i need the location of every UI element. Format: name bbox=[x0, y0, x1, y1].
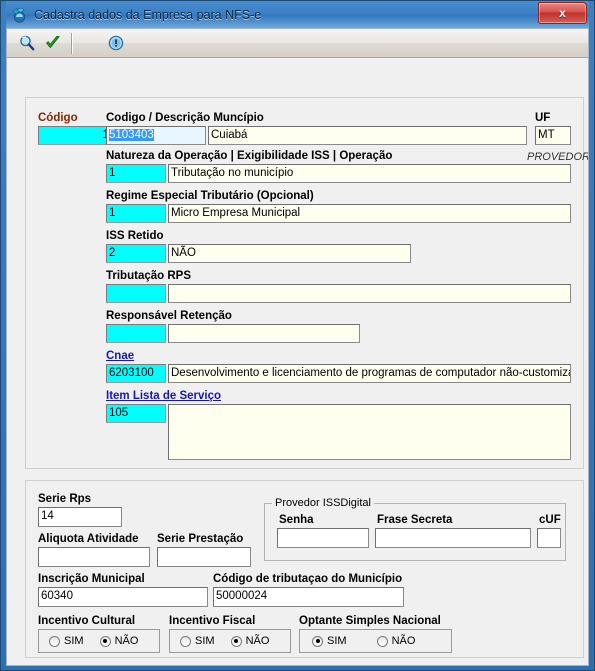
uf-input[interactable]: MT bbox=[535, 126, 571, 145]
inscricao-municipal-input[interactable]: 60340 bbox=[38, 587, 208, 607]
incentivo-cultural-radio-group: SIM NÃO bbox=[38, 629, 160, 653]
confirm-check-icon[interactable] bbox=[40, 31, 66, 55]
incentivo-fiscal-radio-group: SIM NÃO bbox=[169, 629, 291, 653]
responsavel-retencao-description-input[interactable] bbox=[168, 324, 360, 343]
title-bar[interactable]: Cadastra dados da Empresa para NFS-e x bbox=[6, 1, 589, 28]
window-title: Cadastra dados da Empresa para NFS-e bbox=[34, 7, 262, 22]
incentivo-fiscal-option-sim[interactable]: SIM bbox=[180, 635, 215, 647]
serie-prestacao-input[interactable] bbox=[157, 547, 251, 567]
radio-label: SIM bbox=[195, 635, 215, 647]
toolbar-separator bbox=[71, 32, 72, 54]
radio-indicator-icon bbox=[49, 635, 60, 647]
serie-prestacao-label: Serie Prestação bbox=[157, 533, 244, 545]
uf-label: UF bbox=[535, 112, 551, 124]
incentivo-cultural-label: Incentivo Cultural bbox=[38, 615, 136, 627]
cuf-input[interactable] bbox=[537, 528, 561, 548]
incentivo-fiscal-label: Incentivo Fiscal bbox=[169, 615, 256, 627]
optante-simples-option-nao[interactable]: NÃO bbox=[376, 635, 416, 647]
codigo-input[interactable]: 1 bbox=[38, 126, 112, 145]
optante-simples-radio-group: SIM NÃO bbox=[299, 629, 452, 653]
search-icon[interactable] bbox=[14, 31, 40, 55]
frase-secreta-input[interactable] bbox=[375, 528, 531, 548]
company-register-icon bbox=[10, 6, 28, 24]
optante-simples-option-sim[interactable]: SIM bbox=[312, 635, 347, 647]
serie-rps-label: Serie Rps bbox=[38, 493, 92, 505]
iss-retido-code-input[interactable]: 2 bbox=[106, 244, 166, 263]
municipio-description-input[interactable]: Cuiabá bbox=[208, 126, 527, 145]
codigo-label: Código bbox=[38, 112, 78, 124]
responsavel-retencao-code-input[interactable] bbox=[106, 324, 166, 343]
tributacao-rps-label: Tributação RPS bbox=[106, 270, 191, 282]
item-lista-description-input[interactable] bbox=[168, 404, 571, 460]
incentivo-cultural-option-sim[interactable]: SIM bbox=[49, 635, 84, 647]
cnae-code-input[interactable]: 6203100 bbox=[106, 364, 166, 383]
info-icon[interactable] bbox=[103, 31, 129, 55]
optante-simples-label: Optante Simples Nacional bbox=[299, 615, 441, 627]
codigo-tributacao-label: Código de tributaçao do Município bbox=[213, 573, 403, 585]
provedor-issdigital-title: Provedor ISSDigital bbox=[272, 497, 374, 509]
item-lista-link-label[interactable]: Item Lista de Serviço bbox=[106, 390, 221, 402]
toolbar bbox=[7, 29, 588, 58]
application-window: Cadastra dados da Empresa para NFS-e x C… bbox=[0, 0, 595, 671]
cuf-label: cUF bbox=[539, 514, 561, 526]
radio-indicator-icon bbox=[180, 635, 191, 647]
cnae-link-label[interactable]: Cnae bbox=[106, 350, 134, 362]
tributacao-rps-description-input[interactable] bbox=[168, 284, 571, 303]
incentivo-fiscal-option-nao[interactable]: NÃO bbox=[230, 635, 270, 647]
frase-secreta-label: Frase Secreta bbox=[377, 514, 453, 526]
regime-description-input[interactable]: Micro Empresa Municipal bbox=[168, 204, 571, 223]
natureza-code-input[interactable]: 1 bbox=[106, 164, 166, 183]
municipio-code-input[interactable]: 5103403 bbox=[106, 126, 206, 145]
close-button[interactable]: x bbox=[538, 2, 587, 24]
incentivo-cultural-option-nao[interactable]: NÃO bbox=[99, 635, 139, 647]
radio-label: SIM bbox=[327, 635, 347, 647]
iss-retido-description-input[interactable]: NÃO bbox=[168, 244, 411, 263]
inscricao-municipal-label: Inscrição Municipal bbox=[38, 573, 145, 585]
regime-label: Regime Especial Tributário (Opcional) bbox=[106, 190, 314, 202]
radio-label: SIM bbox=[64, 635, 84, 647]
municipio-code-value: 5103403 bbox=[109, 129, 154, 141]
cnae-description-input[interactable]: Desenvolvimento e licenciamento de progr… bbox=[168, 364, 571, 383]
aliquota-atividade-input[interactable] bbox=[38, 547, 150, 567]
aliquota-atividade-label: Aliquota Atividade bbox=[38, 533, 139, 545]
senha-label: Senha bbox=[279, 514, 314, 526]
radio-indicator-icon bbox=[230, 635, 242, 647]
radio-label: NÃO bbox=[391, 635, 416, 647]
radio-label: NÃO bbox=[245, 635, 270, 647]
serie-rps-input[interactable]: 14 bbox=[38, 507, 122, 527]
municipio-label: Codigo / Descrição Muncípio bbox=[106, 112, 264, 124]
empresa-details-panel: Código 1 Codigo / Descrição Muncípio 510… bbox=[25, 97, 588, 469]
configuracoes-panel: Serie Rps 14 Aliquota Atividade Serie Pr… bbox=[25, 480, 584, 658]
natureza-label: Natureza da Operação | Exigibilidade ISS… bbox=[106, 150, 393, 162]
provedor-tag: PROVEDOR bbox=[527, 151, 589, 163]
radio-indicator-icon bbox=[99, 635, 111, 647]
tributacao-rps-code-input[interactable] bbox=[106, 284, 166, 303]
responsavel-retencao-label: Responsável Retenção bbox=[106, 310, 232, 322]
radio-label: NÃO bbox=[114, 635, 139, 647]
radio-indicator-icon bbox=[312, 635, 323, 647]
senha-input[interactable] bbox=[277, 528, 369, 548]
natureza-description-input[interactable]: Tributação no município bbox=[168, 164, 571, 183]
item-lista-code-input[interactable]: 105 bbox=[106, 404, 166, 423]
regime-code-input[interactable]: 1 bbox=[106, 204, 166, 223]
iss-retido-label: ISS Retido bbox=[106, 230, 164, 242]
client-area: Código 1 Codigo / Descrição Muncípio 510… bbox=[6, 28, 589, 666]
radio-indicator-icon bbox=[376, 635, 388, 647]
codigo-tributacao-input[interactable]: 50000024 bbox=[213, 587, 404, 607]
